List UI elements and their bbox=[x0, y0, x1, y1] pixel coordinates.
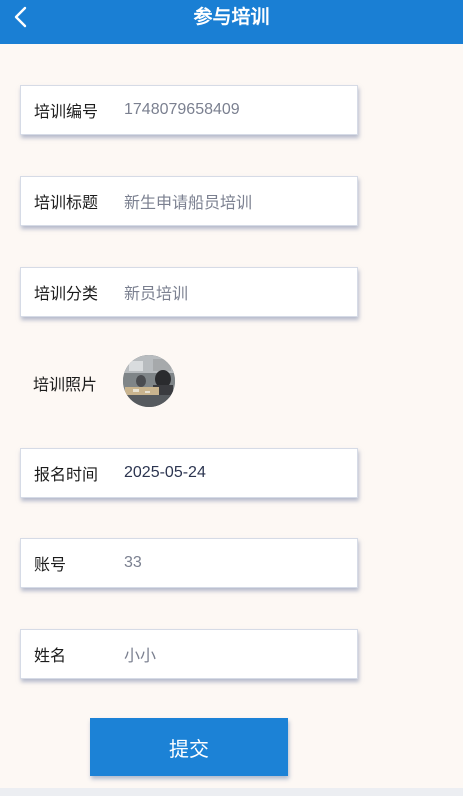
page-title: 参与培训 bbox=[193, 7, 270, 28]
training-id-field: 培训编号 1748079658409 bbox=[20, 85, 358, 135]
training-title-label: 培训标题 bbox=[34, 195, 99, 212]
training-category-value: 新员培训 bbox=[124, 286, 189, 303]
training-id-value: 1748079658409 bbox=[124, 101, 240, 118]
signup-time-field: 报名时间 2025-05-24 bbox=[20, 448, 358, 498]
name-value: 小小 bbox=[124, 648, 157, 665]
training-category-label: 培训分类 bbox=[34, 286, 99, 303]
bottom-divider bbox=[0, 788, 463, 796]
account-label: 账号 bbox=[34, 557, 67, 574]
app-header: 参与培训 bbox=[0, 0, 463, 44]
signup-time-value[interactable]: 2025-05-24 bbox=[124, 464, 349, 482]
signup-time-label: 报名时间 bbox=[34, 467, 99, 484]
account-field: 账号 33 bbox=[20, 538, 358, 588]
training-id-label: 培训编号 bbox=[34, 104, 99, 121]
training-title-value: 新生申请船员培训 bbox=[124, 195, 253, 212]
training-title-field: 培训标题 新生申请船员培训 bbox=[20, 176, 358, 226]
submit-button[interactable]: 提交 bbox=[90, 718, 288, 776]
training-photo-row: 培训照片 bbox=[20, 352, 358, 410]
account-value: 33 bbox=[124, 554, 142, 571]
training-category-field: 培训分类 新员培训 bbox=[20, 267, 358, 317]
name-label: 姓名 bbox=[34, 648, 67, 665]
training-photo-image bbox=[123, 355, 175, 407]
name-field: 姓名 小小 bbox=[20, 629, 358, 679]
training-photo[interactable] bbox=[123, 355, 175, 407]
training-photo-label: 培训照片 bbox=[33, 377, 98, 394]
